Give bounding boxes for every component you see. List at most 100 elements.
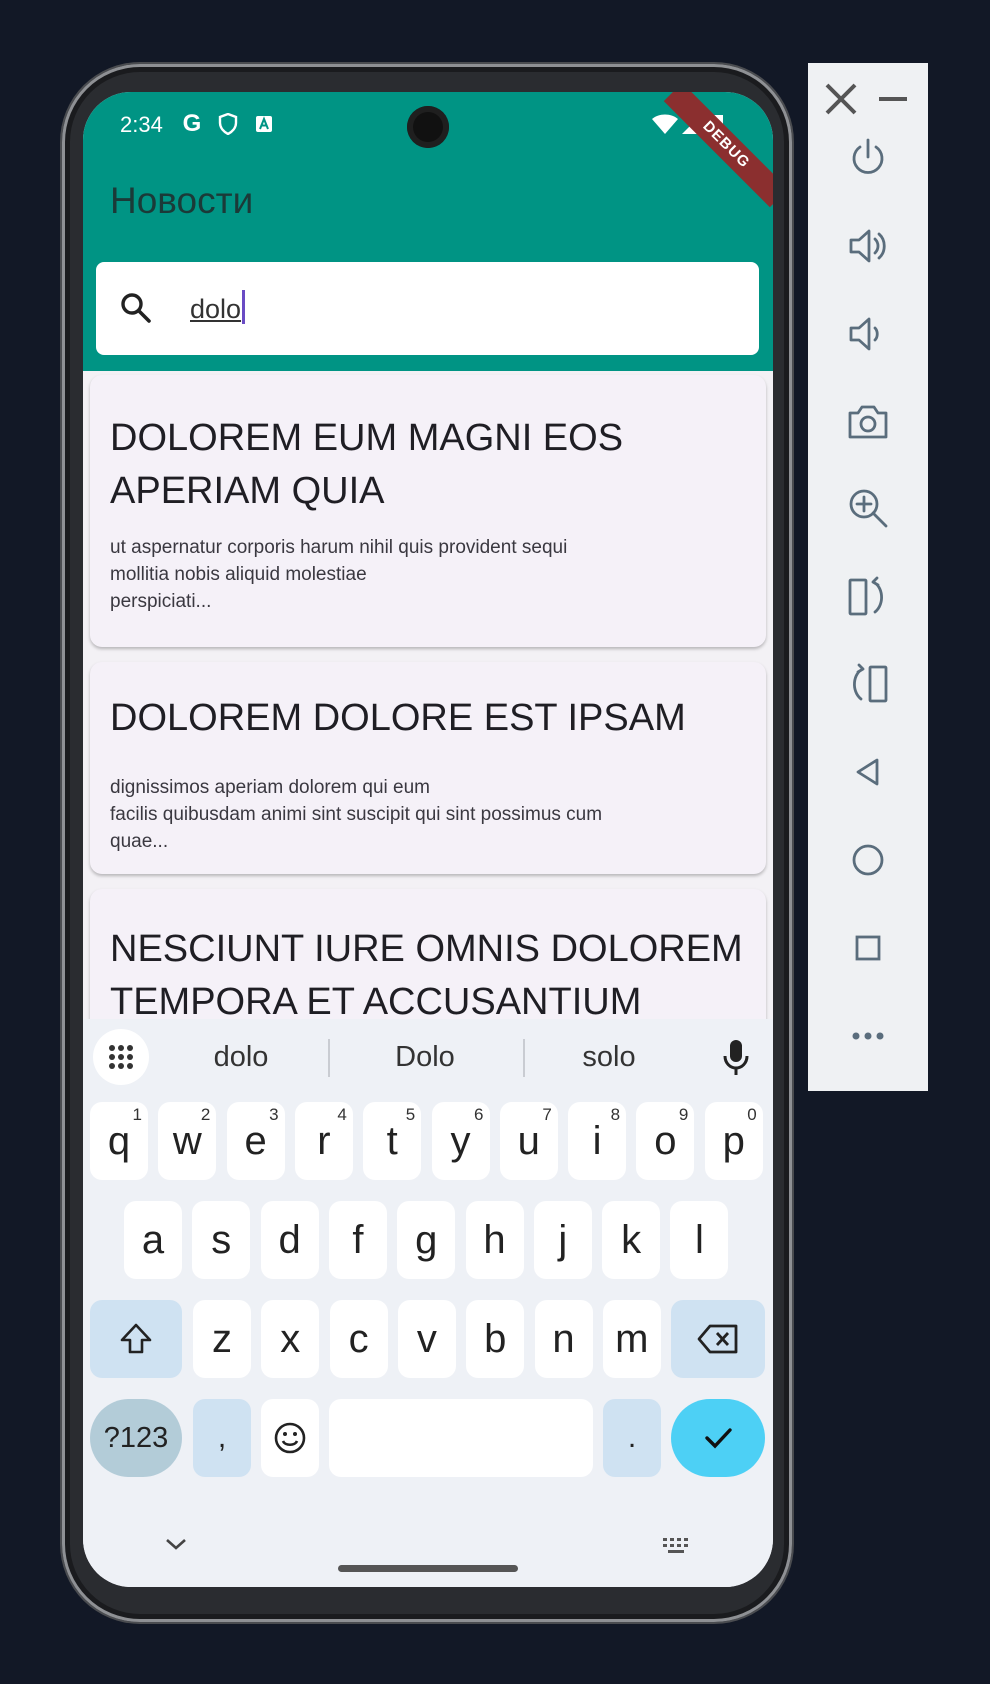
key-o[interactable]: o9 bbox=[636, 1102, 695, 1180]
key-label: g bbox=[415, 1217, 438, 1262]
key-hint: 6 bbox=[474, 1105, 484, 1124]
text-caret bbox=[242, 290, 246, 324]
news-title: DOLOREM EUM MAGNI EOS APERIAM QUIA bbox=[110, 417, 624, 512]
suggestion-item[interactable]: solo bbox=[534, 1041, 684, 1074]
key-hint: 8 bbox=[610, 1105, 621, 1124]
google-icon: G bbox=[182, 110, 202, 137]
suggestion-item[interactable]: dolo bbox=[166, 1041, 316, 1074]
search-field[interactable]: dolo bbox=[96, 262, 759, 355]
volume-down-icon[interactable] bbox=[843, 309, 893, 359]
camera-icon[interactable] bbox=[843, 397, 893, 447]
search-input[interactable]: dolo bbox=[190, 290, 246, 325]
news-card[interactable]: DOLOREM DOLORE EST IPSAM dignissimos ape… bbox=[90, 662, 766, 874]
news-body: ut aspernatur corporis harum nihil quis … bbox=[110, 537, 568, 612]
hide-keyboard-icon[interactable] bbox=[163, 1534, 189, 1559]
key-y[interactable]: y6 bbox=[431, 1102, 490, 1180]
key-c[interactable]: c bbox=[329, 1300, 388, 1378]
volume-up-icon[interactable] bbox=[843, 221, 893, 271]
key-label: x bbox=[280, 1316, 301, 1361]
backspace-key[interactable] bbox=[671, 1300, 765, 1378]
key-n[interactable]: n bbox=[534, 1300, 593, 1378]
home-gesture-bar[interactable] bbox=[338, 1565, 518, 1572]
zoom-in-icon[interactable] bbox=[843, 483, 893, 533]
divider bbox=[523, 1039, 525, 1077]
key-g[interactable]: g bbox=[397, 1201, 456, 1279]
key-b[interactable]: b bbox=[466, 1300, 525, 1378]
minimize-icon[interactable] bbox=[873, 79, 913, 119]
key-label: a bbox=[141, 1217, 165, 1262]
key-hint: 9 bbox=[678, 1105, 689, 1124]
home-icon[interactable] bbox=[843, 835, 893, 885]
key-label: j bbox=[558, 1217, 568, 1262]
rotate-right-icon[interactable] bbox=[843, 572, 893, 622]
search-icon bbox=[118, 290, 154, 326]
key-label: p bbox=[722, 1118, 745, 1163]
key-label: s bbox=[211, 1217, 232, 1262]
page-title: Новости bbox=[110, 180, 254, 221]
key-i[interactable]: i8 bbox=[568, 1102, 627, 1180]
key-label: l bbox=[694, 1217, 704, 1262]
symbols-key[interactable]: ?123 bbox=[90, 1399, 182, 1477]
key-f[interactable]: f bbox=[328, 1201, 387, 1279]
emoji-key[interactable] bbox=[261, 1399, 319, 1477]
key-label: r bbox=[317, 1118, 331, 1163]
key-w[interactable]: w2 bbox=[158, 1102, 217, 1180]
power-icon[interactable] bbox=[843, 133, 893, 183]
mic-icon[interactable] bbox=[723, 1039, 749, 1077]
suggestion-item[interactable]: Dolo bbox=[350, 1041, 500, 1074]
more-icon[interactable] bbox=[843, 1011, 893, 1061]
key-label: f bbox=[352, 1217, 364, 1262]
keyboard-switch-icon[interactable] bbox=[661, 1536, 691, 1559]
key-label: n bbox=[552, 1316, 575, 1361]
apps-grid-icon[interactable] bbox=[93, 1029, 149, 1085]
key-label: z bbox=[212, 1316, 232, 1361]
key-s[interactable]: s bbox=[192, 1201, 251, 1279]
key-m[interactable]: m bbox=[602, 1300, 661, 1378]
key-v[interactable]: v bbox=[397, 1300, 456, 1378]
space-key[interactable] bbox=[329, 1399, 593, 1477]
key-x[interactable]: x bbox=[261, 1300, 320, 1378]
front-camera bbox=[407, 106, 449, 148]
key-a[interactable]: a bbox=[124, 1201, 182, 1279]
key-label: y bbox=[450, 1118, 471, 1163]
key-r[interactable]: r4 bbox=[294, 1102, 353, 1180]
news-card[interactable]: DOLOREM EUM MAGNI EOS APERIAM QUIA ut as… bbox=[90, 375, 766, 647]
key-q[interactable]: q1 bbox=[90, 1102, 148, 1180]
phone-screen: 2:34 G DEBUG Новости dolo DOLOREM EUM MA… bbox=[83, 92, 773, 1587]
key-u[interactable]: u7 bbox=[499, 1102, 558, 1180]
key-label: b bbox=[484, 1316, 507, 1361]
key-label: o bbox=[654, 1118, 677, 1163]
key-label: v bbox=[416, 1316, 437, 1361]
comma-key[interactable]: , bbox=[193, 1399, 251, 1477]
key-p[interactable]: p0 bbox=[704, 1102, 763, 1180]
key-e[interactable]: e3 bbox=[226, 1102, 285, 1180]
close-icon[interactable] bbox=[821, 79, 861, 119]
key-k[interactable]: k bbox=[602, 1201, 661, 1279]
key-label: d bbox=[278, 1217, 301, 1262]
key-l[interactable]: l bbox=[670, 1201, 729, 1279]
overview-icon[interactable] bbox=[843, 923, 893, 973]
key-j[interactable]: j bbox=[533, 1201, 592, 1279]
key-h[interactable]: h bbox=[465, 1201, 524, 1279]
period-key[interactable]: . bbox=[603, 1399, 661, 1477]
key-hint: 4 bbox=[337, 1105, 347, 1124]
rotate-left-icon[interactable] bbox=[843, 659, 893, 709]
soft-keyboard: dolo Dolo solo q1w2e3r4t5y6u7i8o9p0 asdf… bbox=[83, 1019, 773, 1587]
shield-icon bbox=[217, 112, 239, 136]
key-hint: 0 bbox=[747, 1105, 757, 1124]
key-label: w bbox=[172, 1118, 202, 1163]
news-body: dignissimos aperiam dolorem qui eum faci… bbox=[110, 777, 603, 852]
key-label: c bbox=[348, 1316, 369, 1361]
done-key[interactable] bbox=[671, 1399, 765, 1477]
key-label: i bbox=[592, 1118, 602, 1163]
key-z[interactable]: z bbox=[193, 1300, 251, 1378]
key-d[interactable]: d bbox=[260, 1201, 319, 1279]
divider bbox=[328, 1039, 330, 1077]
emulator-toolbar bbox=[808, 63, 928, 1091]
key-t[interactable]: t5 bbox=[363, 1102, 422, 1180]
shift-key[interactable] bbox=[90, 1300, 182, 1378]
key-label: q bbox=[107, 1118, 131, 1163]
app-bar: 2:34 G DEBUG Новости dolo bbox=[83, 92, 773, 371]
back-icon[interactable] bbox=[843, 747, 893, 797]
key-label: h bbox=[483, 1217, 506, 1262]
